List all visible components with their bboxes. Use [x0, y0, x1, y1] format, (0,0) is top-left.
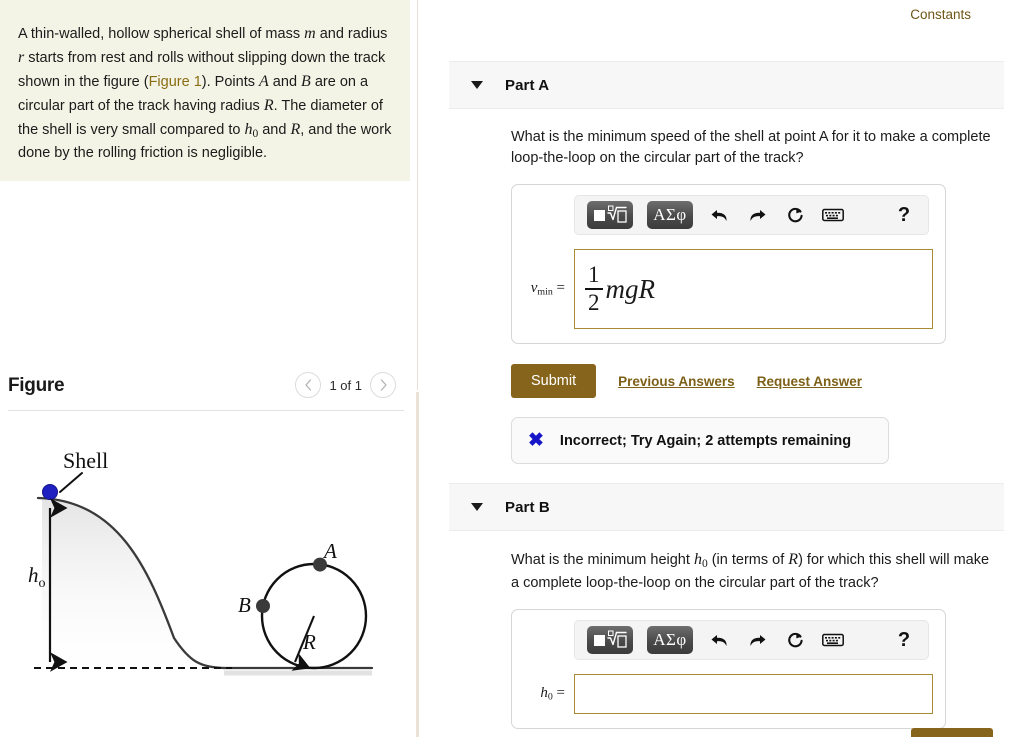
- redo-icon[interactable]: [745, 203, 769, 227]
- undo-glyph: [711, 634, 727, 646]
- undo-glyph: [711, 209, 727, 221]
- figure-counter: 1 of 1: [329, 377, 362, 393]
- part-a-label: Part A: [505, 76, 550, 94]
- figure-pager: 1 of 1: [295, 372, 396, 398]
- var-R2: R: [290, 121, 301, 138]
- part-b-submit-button[interactable]: [911, 728, 993, 737]
- shell-ball-marker: [42, 484, 58, 500]
- figure-diagram: Shell ho A B R: [0, 440, 406, 710]
- template-radical-glyph: [594, 630, 627, 648]
- template-radical-icon[interactable]: [587, 626, 633, 655]
- page-root: A thin-walled, hollow spherical shell of…: [0, 0, 1024, 737]
- part-a-answer-input[interactable]: 1 2 mgR: [574, 249, 933, 330]
- figure-header: Figure 1 of 1: [8, 372, 406, 412]
- var-R-b: R: [788, 551, 799, 568]
- part-a-submit-button[interactable]: Submit: [511, 364, 597, 399]
- var-A: A: [259, 73, 269, 90]
- part-a-request-answer-link[interactable]: Request Answer: [757, 374, 862, 389]
- undo-icon[interactable]: [707, 203, 731, 227]
- chevron-left-icon: [305, 379, 312, 391]
- keyboard-glyph: [822, 633, 844, 647]
- point-b-label: B: [238, 593, 251, 617]
- radius-label: R: [302, 630, 316, 654]
- part-b-answer-input[interactable]: [574, 674, 933, 715]
- right-panel: Constants Part A What is the minimum spe…: [420, 0, 1024, 737]
- figure-divider: [8, 410, 404, 411]
- undo-icon[interactable]: [707, 628, 731, 652]
- part-a-answer-card: ΑΣφ ? vmin = 1 2 mgR: [511, 184, 946, 345]
- part-b-question: What is the minimum height h0 (in terms …: [511, 551, 990, 591]
- part-b-var-symbol: h: [540, 685, 548, 702]
- part-a-fraction: 1 2: [585, 262, 603, 316]
- help-icon[interactable]: ?: [892, 203, 916, 227]
- var-R: R: [263, 97, 274, 114]
- redo-glyph: [749, 634, 765, 646]
- keyboard-icon[interactable]: [821, 203, 845, 227]
- panel-divider: [417, 0, 418, 390]
- part-a-feedback-text: Incorrect; Try Again; 2 attempts remaini…: [559, 432, 852, 449]
- part-b-equals: =: [556, 685, 565, 702]
- var-B: B: [301, 73, 311, 90]
- problem-statement-box: A thin-walled, hollow spherical shell of…: [0, 0, 410, 182]
- part-a-feedback-banner: ✖ Incorrect; Try Again; 2 attempts remai…: [511, 417, 889, 465]
- figure-title: Figure: [8, 375, 65, 396]
- figure-1-link[interactable]: Figure 1: [149, 74, 202, 90]
- part-a-denominator: 2: [588, 290, 600, 316]
- caret-down-icon[interactable]: [471, 503, 483, 511]
- part-a-expression: mgR: [605, 273, 656, 304]
- part-a-answer-row: vmin = 1 2 mgR: [524, 249, 933, 330]
- part-a-previous-answers-link[interactable]: Previous Answers: [618, 374, 735, 389]
- var-m: m: [304, 25, 316, 42]
- part-a-variable-label: vmin =: [524, 280, 574, 297]
- problem-statement-text: A thin-walled, hollow spherical shell of…: [18, 25, 392, 162]
- part-a-section: Part A What is the minimum speed of the …: [449, 61, 1004, 465]
- part-a-header[interactable]: Part A: [449, 61, 1004, 109]
- figure-prev-button[interactable]: [295, 372, 322, 398]
- part-b-header[interactable]: Part B: [449, 483, 1004, 531]
- template-radical-glyph: [594, 205, 627, 223]
- help-icon[interactable]: ?: [892, 628, 916, 652]
- part-b-label: Part B: [505, 498, 550, 516]
- var-r: r: [18, 49, 25, 66]
- keyboard-icon[interactable]: [821, 628, 845, 652]
- part-a-numerator: 1: [588, 262, 600, 288]
- chevron-right-icon: [380, 379, 387, 391]
- var-h0: h0: [244, 121, 259, 141]
- part-a-var-sub: min: [537, 286, 553, 298]
- template-radical-icon[interactable]: [587, 201, 633, 230]
- redo-glyph: [749, 209, 765, 221]
- greek-symbols-button[interactable]: ΑΣφ: [647, 201, 693, 230]
- hill-shading: [42, 498, 222, 688]
- track-diagram-svg: Shell ho A B R: [28, 448, 374, 688]
- left-panel: A thin-walled, hollow spherical shell of…: [0, 0, 418, 737]
- reset-glyph: [787, 207, 803, 222]
- panel-resize-handle[interactable]: [416, 392, 419, 737]
- greek-symbols-button[interactable]: ΑΣφ: [647, 626, 693, 655]
- point-a-label: A: [322, 539, 337, 563]
- keyboard-glyph: [822, 208, 844, 222]
- cross-icon: ✖: [528, 430, 544, 452]
- redo-icon[interactable]: [745, 628, 769, 652]
- reset-icon[interactable]: [783, 628, 807, 652]
- constants-link[interactable]: Constants: [910, 7, 971, 22]
- point-b-marker: [256, 599, 270, 613]
- part-a-actions: Submit Previous Answers Request Answer: [511, 364, 1004, 399]
- part-b-var-sub: 0: [547, 691, 553, 703]
- reset-glyph: [787, 632, 803, 647]
- part-b-variable-label: h0 =: [524, 685, 574, 702]
- figure-next-button[interactable]: [370, 372, 396, 398]
- part-a-equals: =: [556, 280, 565, 297]
- part-a-question: What is the minimum speed of the shell a…: [511, 129, 991, 166]
- part-b-section: Part B What is the minimum height h0 (in…: [449, 483, 1004, 730]
- part-b-toolbar: ΑΣφ ?: [574, 620, 929, 661]
- shell-label: Shell: [63, 448, 108, 473]
- part-a-toolbar: ΑΣφ ?: [574, 195, 929, 236]
- part-b-answer-row: h0 =: [524, 674, 933, 715]
- var-h0-b: h0: [693, 551, 708, 571]
- shell-leader-line: [59, 472, 83, 493]
- reset-icon[interactable]: [783, 203, 807, 227]
- caret-down-icon[interactable]: [471, 81, 483, 89]
- part-b-answer-card: ΑΣφ ? h0 =: [511, 609, 946, 730]
